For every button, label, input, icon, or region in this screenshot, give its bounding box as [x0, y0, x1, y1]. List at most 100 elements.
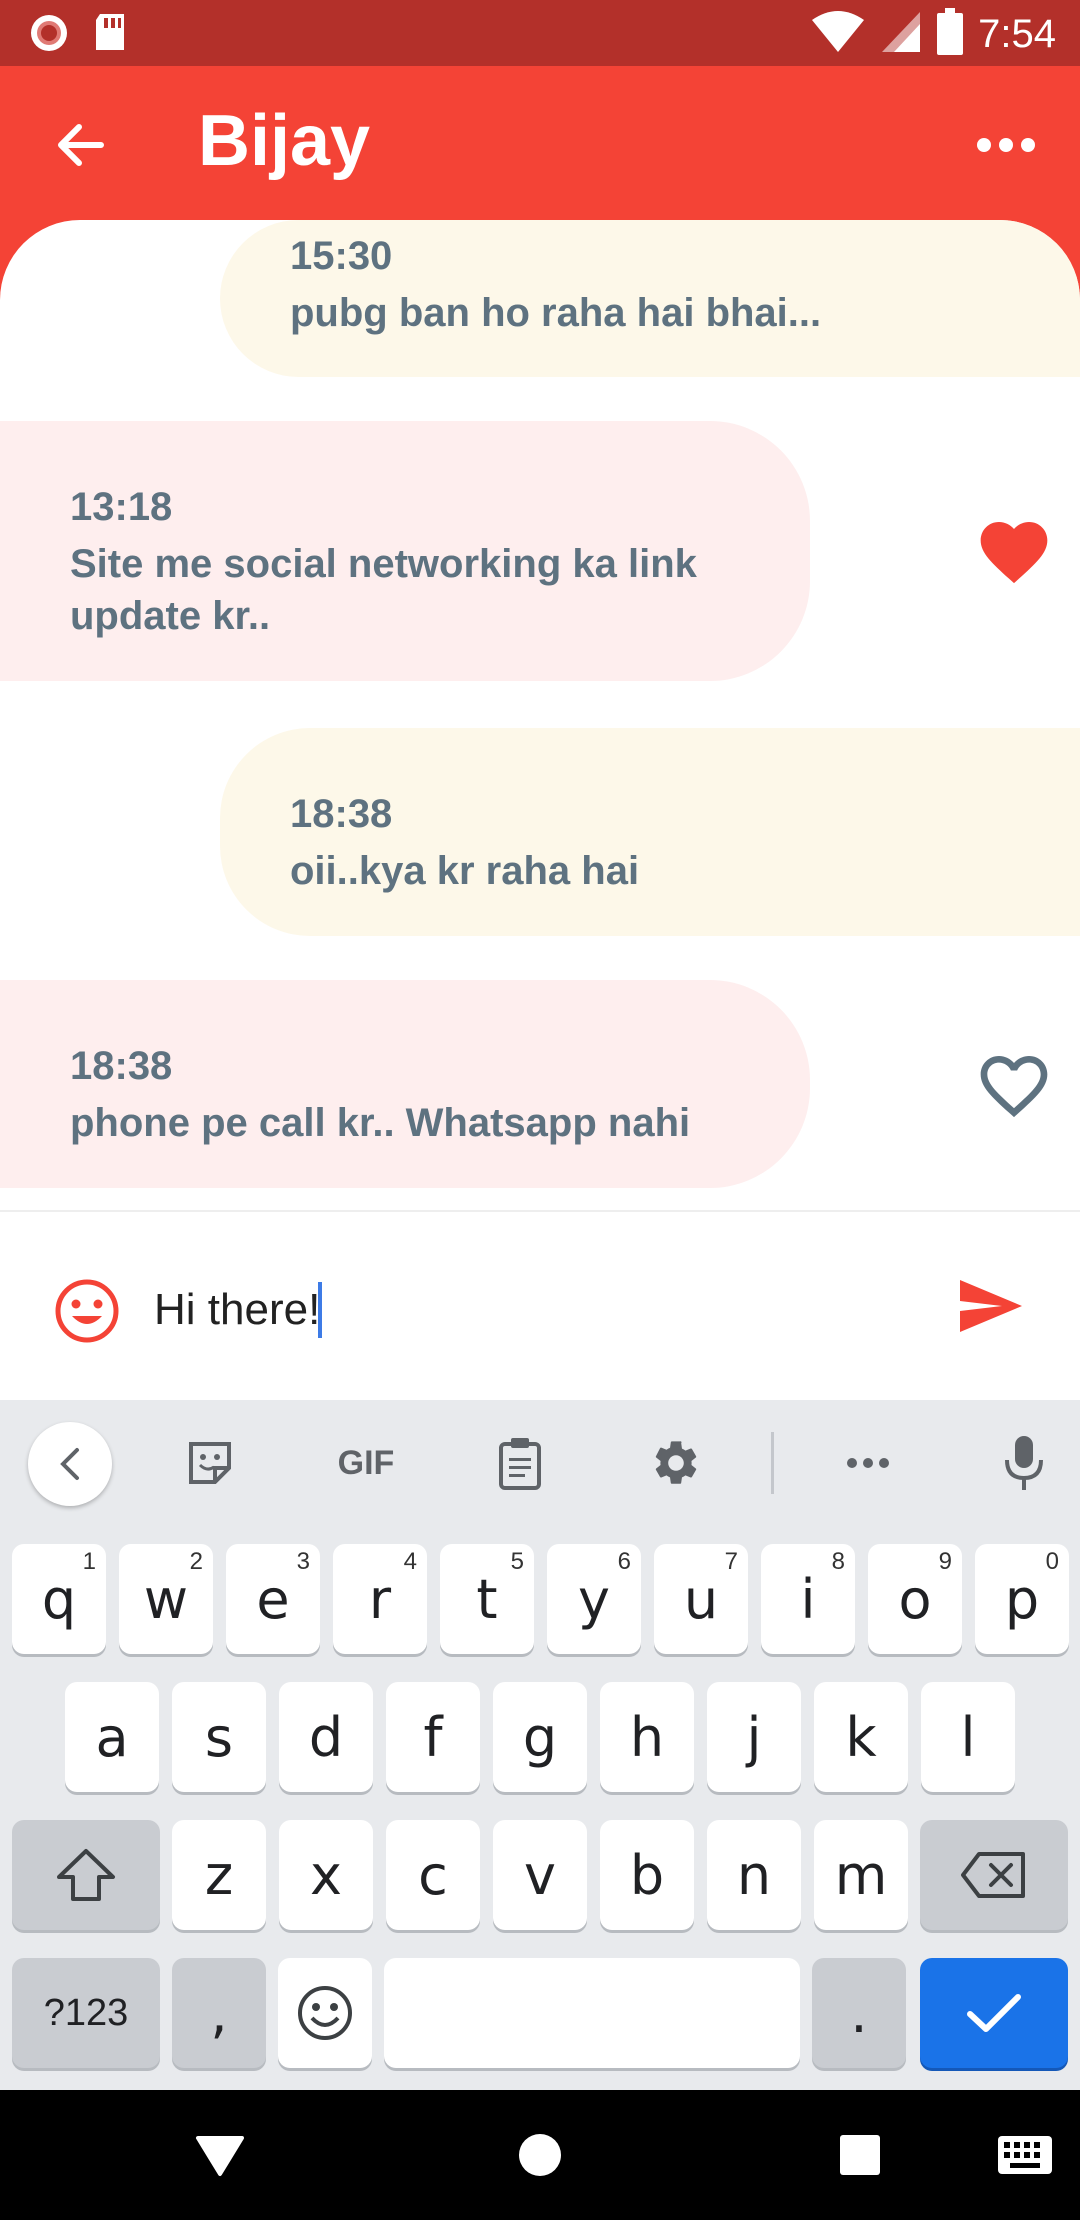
key-hint: 6	[617, 1548, 631, 1575]
key-z[interactable]: z	[172, 1820, 266, 1930]
key-hint: 3	[296, 1548, 310, 1575]
period-key[interactable]: .	[812, 1958, 906, 2068]
key-hint: 4	[403, 1548, 417, 1575]
clipboard-icon	[499, 1438, 541, 1490]
clipboard-button[interactable]	[480, 1428, 560, 1498]
message-time: 15:30	[290, 234, 393, 278]
key-s[interactable]: s	[172, 1682, 266, 1792]
checkmark-icon	[967, 1994, 1021, 2032]
signal-icon	[880, 10, 922, 59]
key-d[interactable]: d	[279, 1682, 373, 1792]
gear-icon	[655, 1441, 697, 1484]
message-bubble-sent[interactable]: 18:38 oii..kya kr raha hai	[220, 728, 1080, 936]
key-i[interactable]: i8	[761, 1544, 855, 1654]
shift-icon	[57, 1849, 115, 1901]
key-k[interactable]: k	[814, 1682, 908, 1792]
sticker-icon	[189, 1442, 231, 1484]
key-t[interactable]: t5	[440, 1544, 534, 1654]
key-label: p	[1004, 1567, 1040, 1631]
system-nav-bar	[0, 2090, 1080, 2220]
like-button-filled[interactable]	[974, 512, 1054, 592]
emoji-button[interactable]	[54, 1278, 120, 1344]
smiley-icon	[298, 1986, 352, 2040]
microphone-icon	[1005, 1436, 1043, 1490]
keyboard-icon	[998, 2136, 1052, 2174]
circle-icon	[519, 2134, 561, 2176]
key-e[interactable]: e3	[226, 1544, 320, 1654]
key-label: e	[256, 1567, 290, 1631]
key-label: w	[143, 1567, 189, 1631]
key-x[interactable]: x	[279, 1820, 373, 1930]
key-j[interactable]: j	[707, 1682, 801, 1792]
key-w[interactable]: w2	[119, 1544, 213, 1654]
key-hint: 1	[82, 1548, 96, 1575]
keyboard-collapse-button[interactable]	[28, 1422, 112, 1506]
sticker-button[interactable]	[170, 1428, 250, 1498]
message-composer	[0, 1210, 1080, 1400]
send-button[interactable]	[958, 1278, 1028, 1344]
text-cursor	[318, 1282, 322, 1338]
space-key[interactable]	[384, 1958, 800, 2068]
nav-recents-button[interactable]	[820, 2120, 900, 2190]
smiley-icon	[55, 1279, 119, 1343]
key-label: o	[898, 1567, 932, 1631]
key-hint: 7	[724, 1548, 738, 1575]
message-input[interactable]	[154, 1270, 914, 1350]
key-h[interactable]: h	[600, 1682, 694, 1792]
key-r[interactable]: r4	[333, 1544, 427, 1654]
key-c[interactable]: c	[386, 1820, 480, 1930]
key-b[interactable]: b	[600, 1820, 694, 1930]
keyboard-toolbar: GIF	[0, 1400, 1080, 1530]
more-options-button[interactable]	[966, 110, 1046, 180]
key-n[interactable]: n	[707, 1820, 801, 1930]
battery-icon	[936, 8, 964, 61]
enter-key[interactable]	[920, 1958, 1068, 2068]
key-u[interactable]: u7	[654, 1544, 748, 1654]
key-l[interactable]: l	[921, 1682, 1015, 1792]
symbols-key[interactable]: ?123	[12, 1958, 160, 2068]
message-bubble-received[interactable]: 18:38 phone pe call kr.. Whatsapp nahi	[0, 980, 810, 1188]
triangle-down-icon	[196, 2136, 244, 2176]
comma-key[interactable]: ,	[172, 1958, 266, 2068]
key-a[interactable]: a	[65, 1682, 159, 1792]
message-text: pubg ban ho raha hai bhai...	[290, 291, 822, 335]
backspace-key[interactable]	[920, 1820, 1068, 1930]
send-icon	[960, 1280, 1022, 1332]
message-bubble-received[interactable]: 13:18 Site me social networking ka link …	[0, 421, 810, 681]
more-tools-button[interactable]	[828, 1428, 908, 1498]
key-hint: 5	[510, 1548, 524, 1575]
backspace-icon	[961, 1852, 1025, 1898]
shift-key[interactable]	[12, 1820, 160, 1930]
chat-title: Bijay	[198, 101, 371, 181]
message-bubble-sent[interactable]: 15:30 pubg ban ho raha hai bhai...	[220, 220, 1080, 377]
square-icon	[840, 2135, 880, 2175]
key-g[interactable]: g	[493, 1682, 587, 1792]
settings-button[interactable]	[636, 1428, 716, 1498]
key-p[interactable]: p0	[975, 1544, 1069, 1654]
key-label: i	[800, 1567, 816, 1631]
key-v[interactable]: v	[493, 1820, 587, 1930]
key-o[interactable]: o9	[868, 1544, 962, 1654]
message-time: 18:38	[290, 792, 393, 836]
keyboard-switch-button[interactable]	[985, 2120, 1065, 2190]
voice-input-button[interactable]	[984, 1428, 1064, 1498]
key-y[interactable]: y6	[547, 1544, 641, 1654]
key-m[interactable]: m	[814, 1820, 908, 1930]
gif-button[interactable]: GIF	[326, 1428, 406, 1498]
app-bar: Bijay	[0, 66, 1080, 226]
toolbar-divider	[771, 1432, 774, 1494]
message-text: phone pe call kr.. Whatsapp nahi	[70, 1101, 691, 1145]
nav-home-button[interactable]	[500, 2120, 580, 2190]
key-label: y	[578, 1567, 610, 1631]
key-label: u	[683, 1567, 719, 1631]
like-button-outline[interactable]	[974, 1046, 1054, 1126]
key-q[interactable]: q1	[12, 1544, 106, 1654]
status-time: 7:54	[978, 12, 1056, 56]
heart-filled-icon	[980, 522, 1048, 584]
message-list[interactable]: 15:30 pubg ban ho raha hai bhai... 13:18…	[0, 220, 1080, 1210]
key-hint: 2	[189, 1548, 203, 1575]
emoji-key[interactable]	[278, 1958, 372, 2068]
back-button[interactable]	[44, 110, 114, 180]
key-f[interactable]: f	[386, 1682, 480, 1792]
nav-back-button[interactable]	[180, 2120, 260, 2190]
